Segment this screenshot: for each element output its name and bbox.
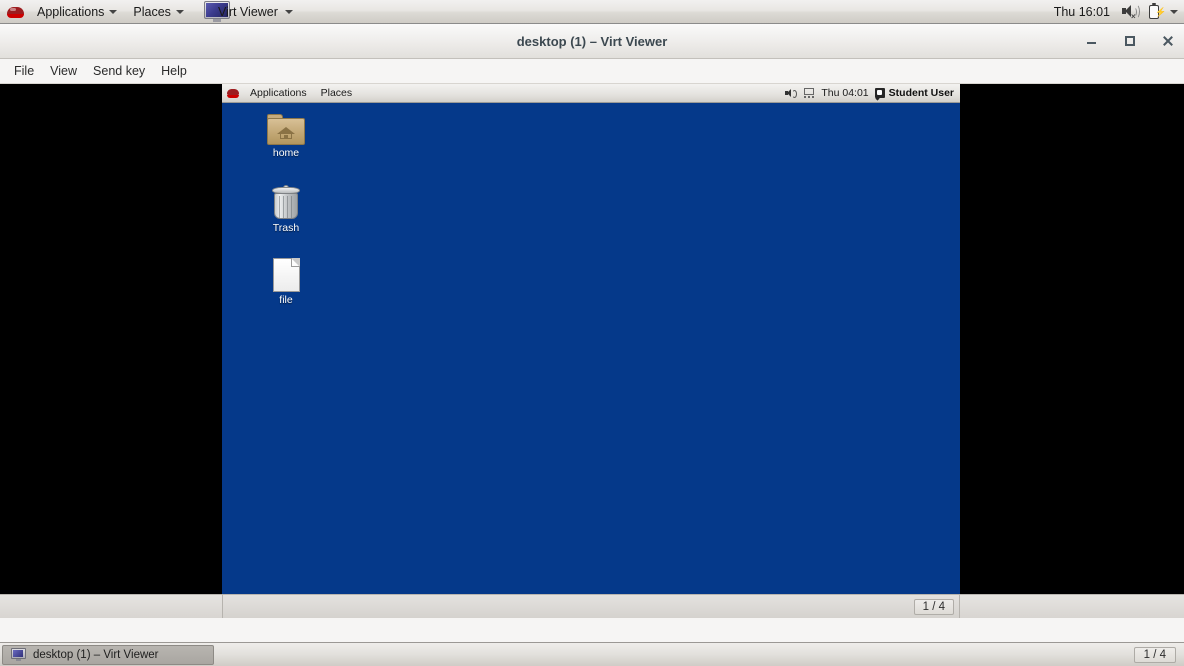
maximize-button[interactable]: [1122, 33, 1138, 49]
desktop-icon-label: file: [279, 294, 293, 306]
chevron-down-icon: [175, 9, 184, 14]
user-icon: [874, 88, 885, 98]
desktop-icon-home[interactable]: home: [249, 114, 323, 159]
speaker-icon[interactable]: [784, 87, 798, 99]
monitor-icon: [11, 648, 26, 661]
menu-view[interactable]: View: [42, 62, 85, 80]
vm-places-menu[interactable]: Places: [314, 87, 360, 99]
vm-panel-right: Thu 04:01 Student User: [784, 87, 960, 99]
desktop-icon-label: home: [272, 147, 300, 159]
host-panel-right: Thu 16:01 × ⚡: [1046, 0, 1184, 23]
virt-viewer-canvas: Applications Places Thu 04:01 Student Us…: [0, 84, 1184, 618]
redhat-logo-icon: [7, 5, 24, 19]
taskbar-item-virt-viewer[interactable]: desktop (1) – Virt Viewer: [2, 644, 214, 665]
desktop-icon-file[interactable]: file: [249, 258, 323, 306]
taskbar-right: 1 / 4: [1133, 646, 1184, 663]
battery-charging-icon[interactable]: ⚡: [1144, 2, 1166, 22]
chevron-down-icon: [109, 9, 118, 14]
menu-send-key[interactable]: Send key: [85, 62, 153, 80]
virt-viewer-pager[interactable]: 1 / 4: [913, 598, 954, 615]
window-menu-label: Virt Viewer: [217, 4, 278, 19]
vm-top-panel: Applications Places Thu 04:01 Student Us…: [222, 84, 960, 103]
vm-clock[interactable]: Thu 04:01: [821, 87, 868, 99]
virt-viewer-menubar: File View Send key Help: [0, 59, 1184, 84]
host-panel-left: Applications Places Virt Viewer: [0, 0, 299, 23]
places-menu[interactable]: Places: [125, 0, 192, 23]
window-controls: [1084, 24, 1176, 58]
document-icon: [272, 258, 300, 292]
close-button[interactable]: [1160, 33, 1176, 49]
window-menu-virt-viewer[interactable]: Virt Viewer: [203, 1, 299, 23]
host-top-panel: Applications Places Virt Viewer Thu 16:0…: [0, 0, 1184, 24]
taskbar-item-label: desktop (1) – Virt Viewer: [33, 648, 159, 661]
virt-viewer-statusbar: 1 / 4: [0, 594, 1184, 618]
applications-menu-label: Applications: [37, 4, 105, 19]
applications-menu[interactable]: Applications: [29, 0, 125, 23]
network-display-icon[interactable]: [803, 87, 815, 99]
speaker-muted-icon[interactable]: ×: [1120, 2, 1140, 22]
desktop-icon-trash[interactable]: Trash: [249, 185, 323, 234]
desktop-screen: Applications Places Virt Viewer Thu 16:0…: [0, 0, 1184, 666]
vm-user-menu[interactable]: Student User: [874, 87, 954, 99]
vm-applications-menu[interactable]: Applications: [243, 87, 314, 99]
virt-viewer-window: desktop (1) – Virt Viewer File View Send…: [0, 24, 1184, 642]
desktop-icon-label: Trash: [272, 222, 300, 234]
trash-can-icon: [271, 185, 301, 220]
virt-viewer-statusbar-inner: 1 / 4: [222, 595, 960, 618]
menu-help[interactable]: Help: [153, 62, 195, 80]
minimize-button[interactable]: [1084, 33, 1100, 49]
menu-file[interactable]: File: [6, 62, 42, 80]
window-title: desktop (1) – Virt Viewer: [516, 33, 668, 49]
redhat-logo-icon: [227, 88, 239, 98]
virt-viewer-titlebar[interactable]: desktop (1) – Virt Viewer: [0, 24, 1184, 59]
chevron-down-icon: [284, 9, 293, 14]
host-clock[interactable]: Thu 16:01: [1046, 5, 1118, 19]
workspace-switcher[interactable]: 1 / 4: [1133, 646, 1176, 663]
host-taskbar: desktop (1) – Virt Viewer 1 / 4: [0, 642, 1184, 666]
home-folder-icon: [267, 114, 305, 145]
places-menu-label: Places: [133, 4, 171, 19]
tray-chevron-down-icon[interactable]: [1170, 9, 1178, 14]
vm-user-label: Student User: [888, 87, 954, 99]
vm-display[interactable]: Applications Places Thu 04:01 Student Us…: [222, 84, 960, 612]
